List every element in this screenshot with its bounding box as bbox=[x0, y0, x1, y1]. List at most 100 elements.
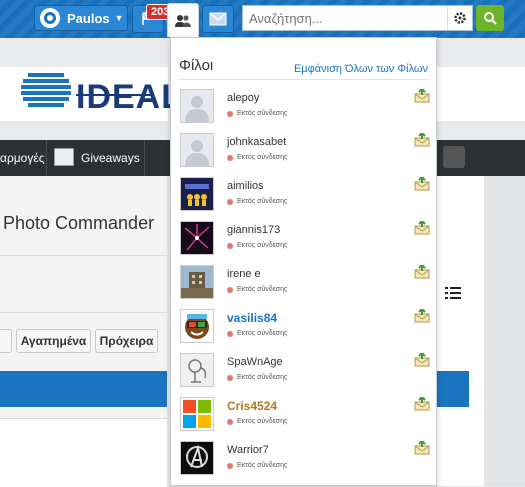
divider bbox=[0, 255, 167, 256]
friend-row[interactable]: vasilis84 Εκτός σύνδεσης bbox=[171, 309, 436, 353]
send-message-icon[interactable] bbox=[414, 441, 430, 455]
content-block bbox=[0, 418, 167, 487]
friend-avatar[interactable] bbox=[180, 265, 214, 299]
friend-avatar[interactable] bbox=[180, 309, 214, 343]
friend-status: Εκτός σύνδεσης bbox=[227, 110, 287, 117]
friend-name[interactable]: alepoy bbox=[227, 92, 259, 104]
right-margin bbox=[484, 176, 525, 486]
friend-status-text: Εκτός σύνδεσης bbox=[237, 242, 288, 249]
send-message-icon[interactable] bbox=[414, 309, 430, 323]
friend-status: Εκτός σύνδεσης bbox=[227, 374, 287, 381]
user-avatar-icon bbox=[40, 8, 60, 28]
friend-row[interactable]: alepoy Εκτός σύνδεσης bbox=[171, 89, 436, 133]
friends-button[interactable] bbox=[167, 3, 199, 37]
offline-dot-icon bbox=[227, 418, 233, 425]
send-message-icon[interactable] bbox=[414, 133, 430, 147]
logo-banner-right bbox=[436, 67, 525, 121]
friends-title: Φίλοι bbox=[179, 57, 214, 74]
chevron-down-icon: ▼ bbox=[114, 13, 124, 23]
friend-name[interactable]: Cris4524 bbox=[227, 399, 277, 413]
show-all-friends-link[interactable]: Εμφάνιση Όλων των Φίλων bbox=[294, 63, 428, 75]
friend-status: Εκτός σύνδεσης bbox=[227, 330, 287, 337]
friend-avatar[interactable] bbox=[180, 89, 214, 123]
friend-status-text: Εκτός σύνδεσης bbox=[237, 418, 288, 425]
friend-status-text: Εκτός σύνδεσης bbox=[237, 374, 288, 381]
friend-avatar[interactable] bbox=[180, 177, 214, 211]
username-label: Paulos bbox=[67, 10, 110, 26]
search-input[interactable] bbox=[243, 6, 445, 30]
nav-item-giveaways[interactable]: Giveaways bbox=[81, 140, 140, 176]
nav-item-apps[interactable]: αρμογές bbox=[0, 140, 44, 176]
friend-row[interactable]: SpaWnAge Εκτός σύνδεσης bbox=[171, 353, 436, 397]
friend-status: Εκτός σύνδεσης bbox=[227, 418, 287, 425]
friend-status: Εκτός σύνδεσης bbox=[227, 154, 287, 161]
friend-name[interactable]: irene e bbox=[227, 268, 261, 280]
user-menu-button[interactable]: Paulos ▼ bbox=[34, 5, 128, 31]
right-column bbox=[436, 176, 484, 486]
divider bbox=[0, 312, 167, 313]
friend-status-text: Εκτός σύνδεσης bbox=[237, 330, 288, 337]
people-icon bbox=[175, 14, 191, 27]
friend-row[interactable]: johnkasabet Εκτός σύνδεσης bbox=[171, 133, 436, 177]
send-message-icon[interactable] bbox=[414, 89, 430, 103]
friend-row[interactable]: irene e Εκτός σύνδεσης bbox=[171, 265, 436, 309]
friend-status-text: Εκτός σύνδεσης bbox=[237, 462, 288, 469]
gear-icon[interactable] bbox=[447, 6, 472, 30]
drafts-button[interactable]: Πρόχειρα bbox=[95, 329, 158, 353]
section-header-bar bbox=[0, 371, 167, 407]
friend-name[interactable]: SpaWnAge bbox=[227, 356, 283, 368]
messages-button[interactable] bbox=[202, 5, 234, 33]
list-view-icon[interactable] bbox=[445, 287, 461, 299]
send-message-icon[interactable] bbox=[414, 353, 430, 367]
friend-avatar[interactable] bbox=[180, 221, 214, 255]
friend-avatar[interactable] bbox=[180, 353, 214, 387]
friend-status-text: Εκτός σύνδεσης bbox=[237, 154, 288, 161]
offline-dot-icon bbox=[227, 330, 233, 337]
search-box[interactable] bbox=[242, 5, 473, 31]
filter-button-partial[interactable] bbox=[0, 329, 12, 353]
nav-divider bbox=[46, 140, 47, 176]
site-logo-text: IDEAL bbox=[76, 78, 183, 116]
nav-divider bbox=[144, 140, 145, 176]
friend-status: Εκτός σύνδεσης bbox=[227, 286, 287, 293]
friend-name[interactable]: vasilis84 bbox=[227, 311, 277, 325]
paint-bucket-icon[interactable] bbox=[443, 146, 465, 168]
page-title: Photo Commander bbox=[3, 213, 155, 233]
send-message-icon[interactable] bbox=[414, 177, 430, 191]
friend-row[interactable]: giannis173 Εκτός σύνδεσης bbox=[171, 221, 436, 265]
send-message-icon[interactable] bbox=[414, 397, 430, 411]
friend-status: Εκτός σύνδεσης bbox=[227, 462, 287, 469]
offline-dot-icon bbox=[227, 242, 233, 249]
offline-dot-icon bbox=[227, 374, 233, 381]
logo-globe-icon bbox=[21, 73, 71, 107]
friend-name[interactable]: aimilios bbox=[227, 180, 264, 192]
friend-status: Εκτός σύνδεσης bbox=[227, 198, 287, 205]
friend-status-text: Εκτός σύνδεσης bbox=[237, 286, 288, 293]
friend-name[interactable]: giannis173 bbox=[227, 224, 280, 236]
friend-status-text: Εκτός σύνδεσης bbox=[237, 110, 288, 117]
send-message-icon[interactable] bbox=[414, 265, 430, 279]
offline-dot-icon bbox=[227, 110, 233, 117]
divider bbox=[179, 79, 428, 80]
logo-underline bbox=[76, 94, 154, 96]
friend-status-text: Εκτός σύνδεσης bbox=[237, 198, 288, 205]
friend-avatar[interactable] bbox=[180, 441, 214, 475]
friend-avatar[interactable] bbox=[180, 133, 214, 167]
friend-row[interactable]: Warrior7 Εκτός σύνδεσης bbox=[171, 441, 436, 485]
search-icon bbox=[484, 12, 497, 25]
offline-dot-icon bbox=[227, 286, 233, 293]
friend-name[interactable]: johnkasabet bbox=[227, 136, 286, 148]
favorites-button[interactable]: Αγαπημένα bbox=[16, 329, 91, 353]
friend-row[interactable]: aimilios Εκτός σύνδεσης bbox=[171, 177, 436, 221]
friend-name[interactable]: Warrior7 bbox=[227, 444, 269, 456]
friend-avatar[interactable] bbox=[180, 397, 214, 431]
search-button[interactable] bbox=[476, 5, 504, 31]
section-header-bar-right bbox=[436, 371, 469, 407]
gift-icon bbox=[54, 148, 74, 166]
send-message-icon[interactable] bbox=[414, 221, 430, 235]
friend-status: Εκτός σύνδεσης bbox=[227, 242, 287, 249]
friend-row[interactable]: Cris4524 Εκτός σύνδεσης bbox=[171, 397, 436, 441]
friends-dropdown: Φίλοι Εμφάνιση Όλων των Φίλων alepoy Εκτό… bbox=[170, 37, 437, 486]
envelope-icon bbox=[209, 12, 227, 26]
offline-dot-icon bbox=[227, 462, 233, 469]
